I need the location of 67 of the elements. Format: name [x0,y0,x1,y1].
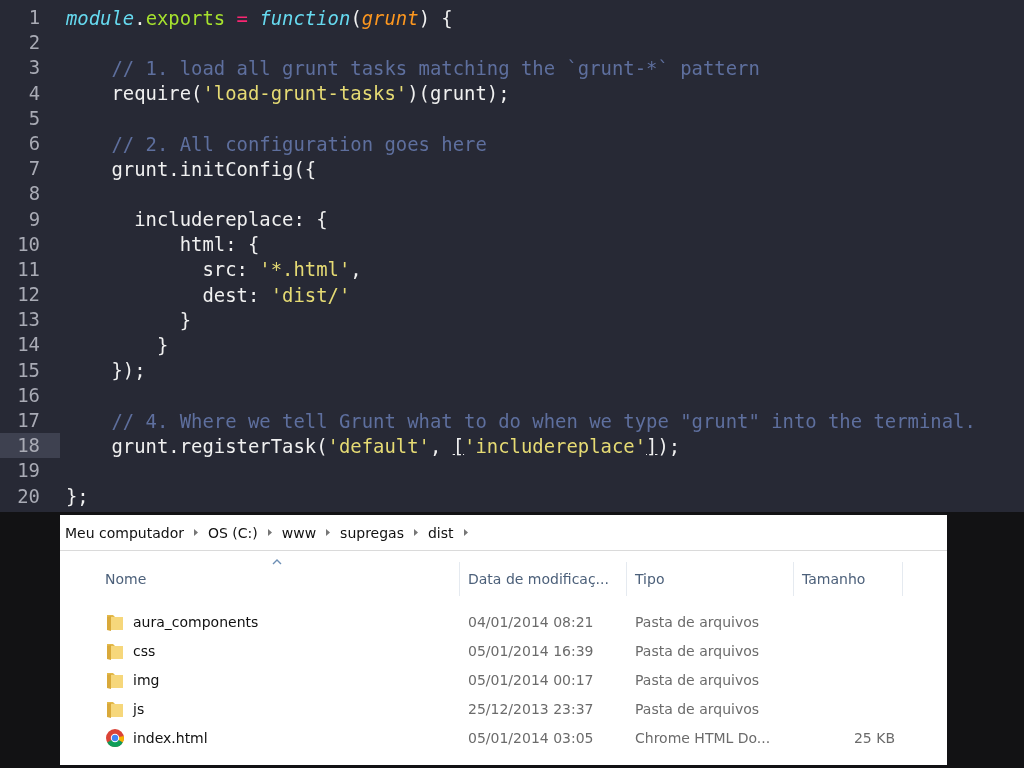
code-line: }; [66,485,89,508]
file-name[interactable]: img [133,671,160,688]
file-name[interactable]: js [133,700,145,717]
line-number: 7 [27,156,41,182]
modified-date: 04/01/2014 08:21 [468,613,594,630]
line-number: 4 [27,80,41,106]
code-line: } [156,334,169,357]
code-line: grunt.registerTask('default', ['includereplace']); [110,434,681,457]
chevron-icon[interactable] [266,528,273,537]
line-number: 20 [16,483,41,509]
file-name[interactable]: css [133,642,156,659]
column-header[interactable]: Tipo [635,571,665,587]
line-number: 18 [0,433,60,459]
code-line: // 2. All configuration goes here [110,132,487,155]
file-type: Pasta de arquivos [635,613,760,630]
modified-date: 05/01/2014 16:39 [468,642,594,659]
line-number: 11 [16,256,41,282]
modified-date: 05/01/2014 03:05 [468,729,594,746]
code-line: // 4. Where we tell Grunt what to do when we type "grunt" into the terminal. [110,409,976,432]
chevron-icon[interactable] [412,528,419,537]
line-number: 9 [27,206,41,232]
line-number: 6 [27,130,41,156]
code-line: } [178,308,192,331]
code-line: grunt.initConfig({ [110,157,317,180]
modified-date: 25/12/2013 23:37 [468,700,594,717]
breadcrumb-item[interactable]: Meu computador [65,524,184,541]
line-number: 14 [16,332,41,358]
address-bar[interactable]: Meu computador OS (C:) www supregas dist [60,515,947,551]
code-line: // 1. load all grunt tasks matching the `grunt-*` pattern [110,56,760,79]
column-header[interactable]: Tamanho [802,571,866,587]
file-size: 25 KB [853,729,895,746]
breadcrumb-item[interactable]: OS (C:) [207,524,258,541]
code-line: html: { [178,233,260,256]
colored-circle-icon [105,727,125,748]
code-line: src: '*.html', [201,258,362,281]
file-name[interactable]: aura_components [133,613,259,630]
line-number: 17 [16,408,41,433]
line-number: 2 [27,30,41,56]
line-number: 8 [27,181,41,207]
file-name[interactable]: index.html [133,729,208,746]
line-number: 1 [27,5,41,30]
file-type: Pasta de arquivos [635,642,760,659]
line-number: 16 [16,382,41,408]
breadcrumb-item[interactable]: dist [427,524,454,541]
file-type: Pasta de arquivos [635,671,760,688]
code-line: require('load-grunt-tasks')(grunt); [110,82,510,105]
chevron-icon[interactable] [192,528,199,537]
code-line: }); [110,359,146,382]
code-line: includereplace: { [133,208,328,231]
modified-date: 05/01/2014 00:17 [468,671,594,688]
line-number: 3 [27,55,41,81]
code-line: dest: 'dist/' [201,283,351,306]
line-number: 13 [16,307,41,333]
line-number: 15 [16,357,41,383]
file-type: Pasta de arquivos [635,700,760,717]
chevron-icon[interactable] [462,528,469,537]
breadcrumb-item[interactable]: www [281,524,317,541]
line-number: 19 [16,458,41,484]
column-header[interactable]: Nome [105,571,147,587]
column-header[interactable]: Data de modificaç... [468,571,609,587]
breadcrumb-item[interactable]: supregas [340,524,404,541]
file-type: Chrome HTML Do... [635,729,771,746]
code-line: module.exports = function(grunt) { [66,6,453,29]
line-number: 5 [27,105,41,131]
line-number: 12 [16,282,41,308]
chevron-icon[interactable] [325,528,332,537]
line-number: 10 [16,231,41,257]
